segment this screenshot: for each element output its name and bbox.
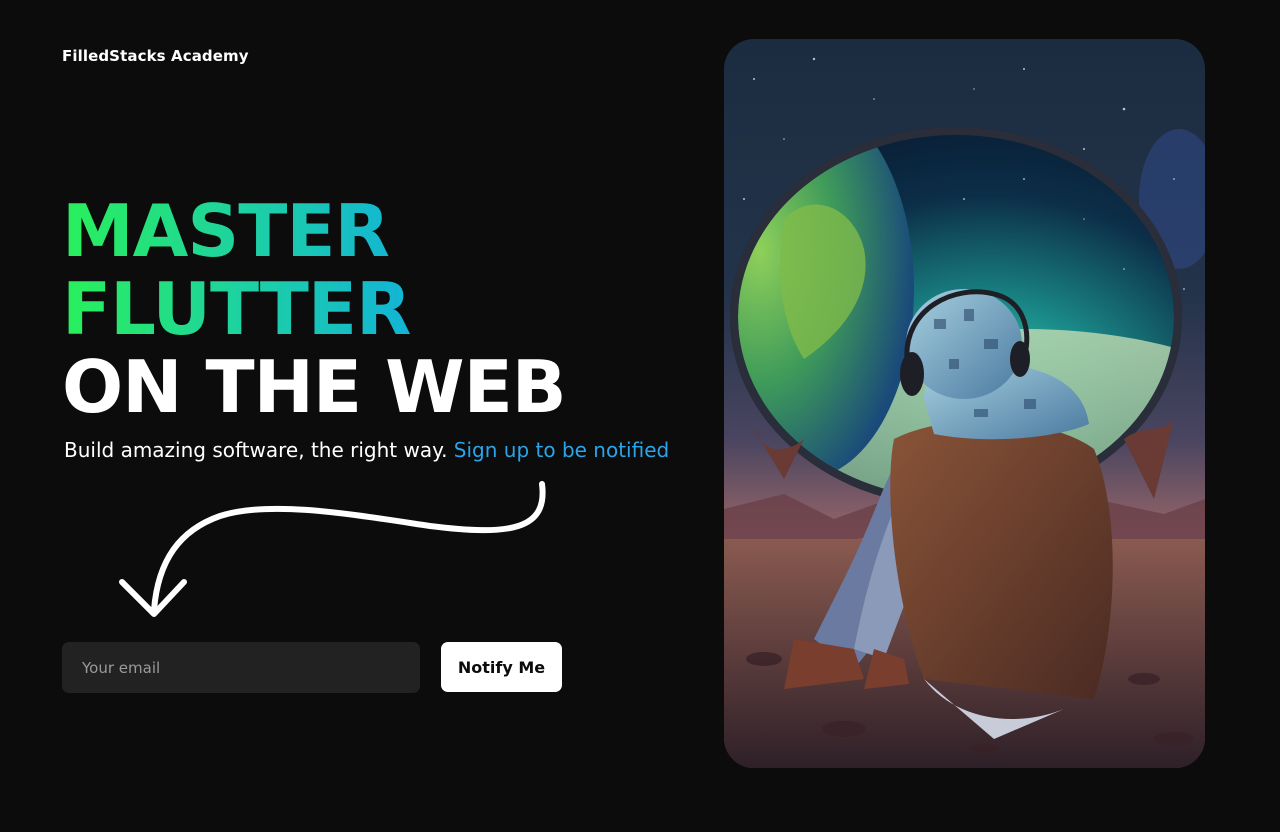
hero-headline: MASTER FLUTTER ON THE WEB <box>62 192 567 429</box>
astronaut-earth-illustration <box>724 39 1205 768</box>
notify-me-button[interactable]: Notify Me <box>441 642 562 692</box>
signup-link[interactable]: Sign up to be notified <box>454 438 669 462</box>
subline-text: Build amazing software, the right way. <box>64 438 448 462</box>
brand-logo-text[interactable]: FilledStacks Academy <box>62 47 249 65</box>
curved-arrow-down-icon <box>119 481 546 617</box>
email-input[interactable] <box>62 642 420 693</box>
hero-illustration <box>724 39 1205 768</box>
headline-line-flutter: FLUTTER <box>62 270 566 348</box>
headline-line-master: MASTER <box>62 192 566 270</box>
hero-subline: Build amazing software, the right way. S… <box>64 438 669 462</box>
landing-page: FilledStacks Academy MASTER FLUTTER ON T… <box>0 0 1280 832</box>
headline-line-on-the-web: ON THE WEB <box>62 345 567 429</box>
